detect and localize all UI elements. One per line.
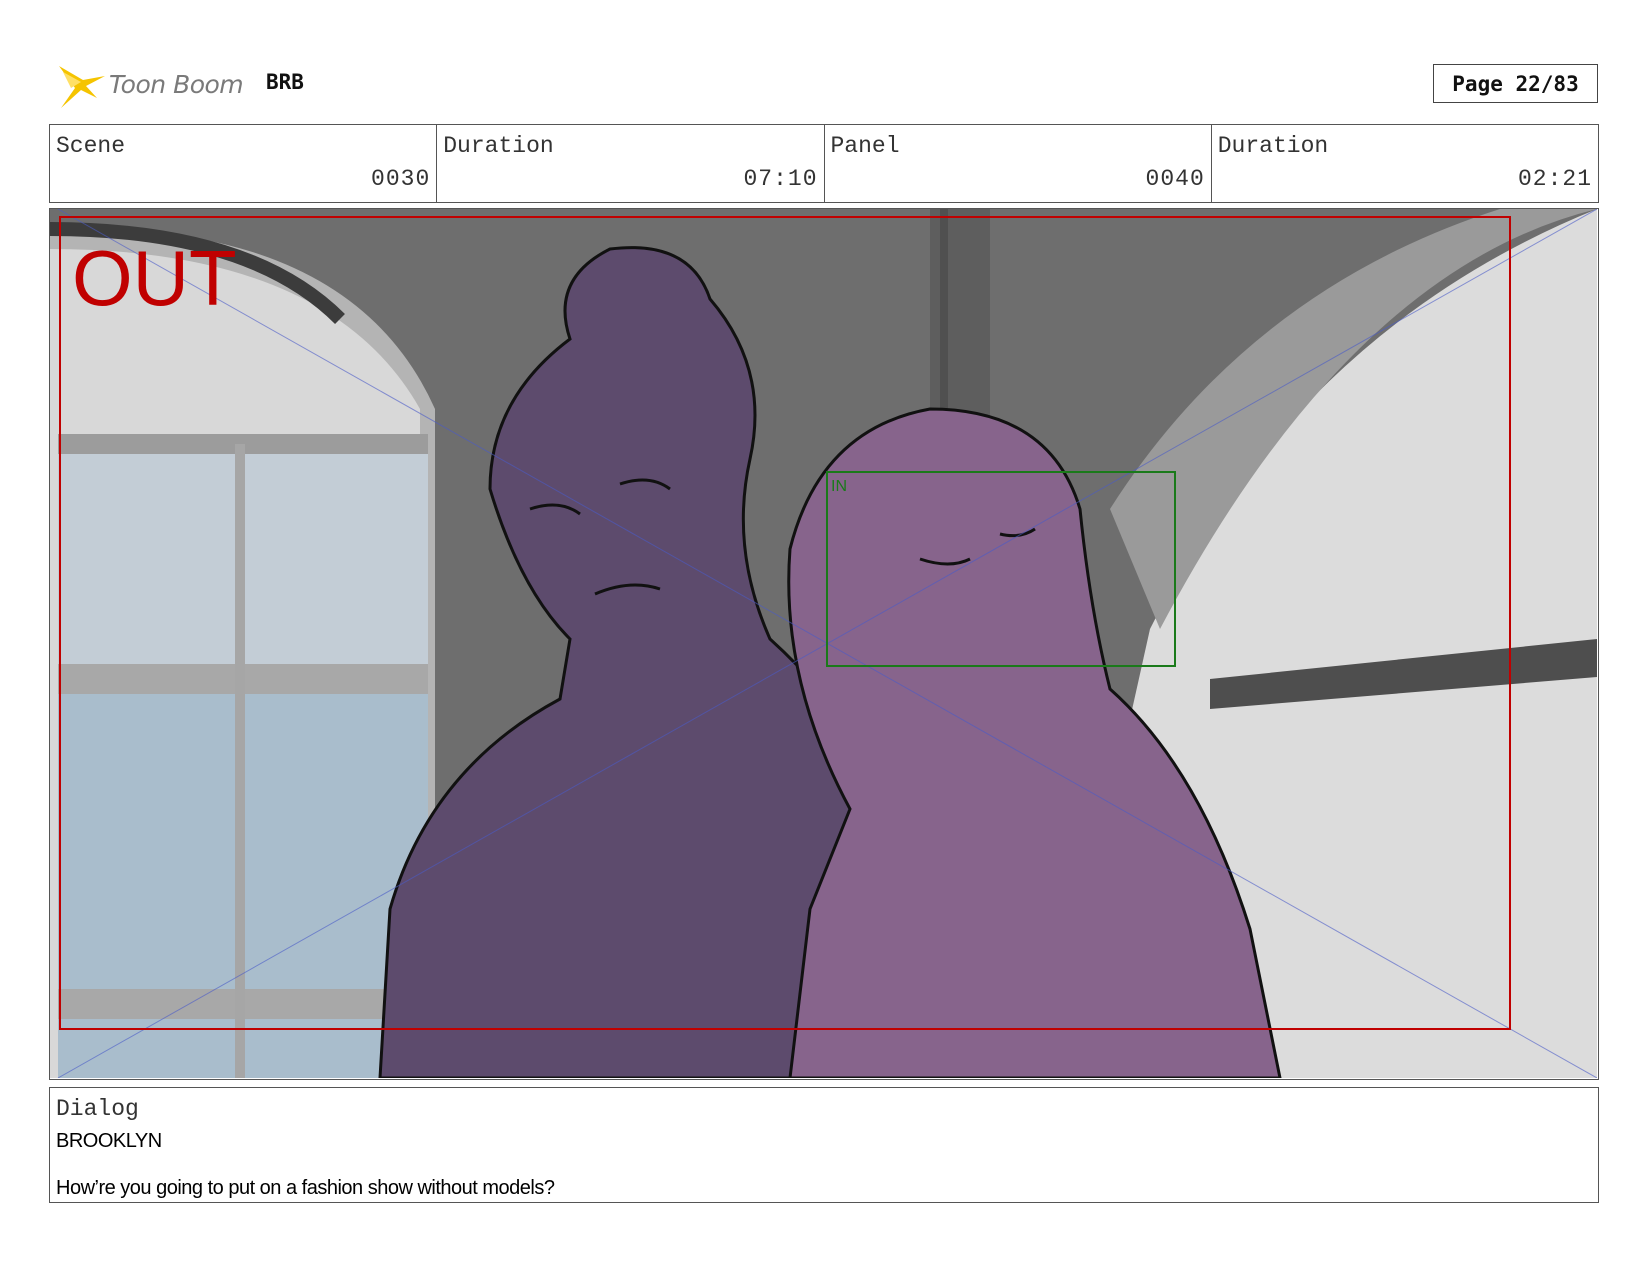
starburst-logo-icon	[59, 66, 105, 108]
logo-text: Toon Boom	[109, 69, 244, 99]
in-marker: IN	[831, 478, 847, 495]
panel-duration-cell: Duration 02:21	[1212, 125, 1598, 202]
panel-duration-value: 02:21	[1517, 166, 1592, 192]
out-marker: OUT	[72, 234, 237, 322]
scene-duration-cell: Duration 07:10	[437, 125, 825, 202]
scene-value: 0030	[371, 166, 431, 192]
toon-boom-logo: Toon Boom	[53, 58, 244, 110]
panel-cell: Panel 0040	[825, 125, 1212, 202]
dialog-speaker: BROOKLYN	[56, 1130, 162, 1152]
storyboard-panel-image: OUT IN	[49, 208, 1599, 1080]
panel-value: 0040	[1145, 166, 1205, 192]
scene-cell: Scene 0030	[50, 125, 438, 202]
scene-duration-value: 07:10	[743, 166, 818, 192]
dialog-line: How’re you going to put on a fashion sho…	[56, 1177, 555, 1199]
page-number: Page 22/83	[1433, 64, 1598, 103]
scene-label: Scene	[56, 133, 126, 159]
scene-duration-label: Duration	[443, 133, 554, 159]
project-title: BRB	[266, 70, 304, 94]
storyboard-drawing: OUT IN	[50, 209, 1597, 1078]
panel-duration-label: Duration	[1217, 133, 1329, 159]
panel-label: Panel	[830, 133, 900, 159]
panel-info-row: Scene 0030 Duration 07:10 Panel 0040 Dur…	[49, 124, 1599, 203]
dialog-label: Dialog	[56, 1096, 139, 1122]
dialog-box: Dialog BROOKLYN How’re you going to put …	[49, 1087, 1599, 1203]
